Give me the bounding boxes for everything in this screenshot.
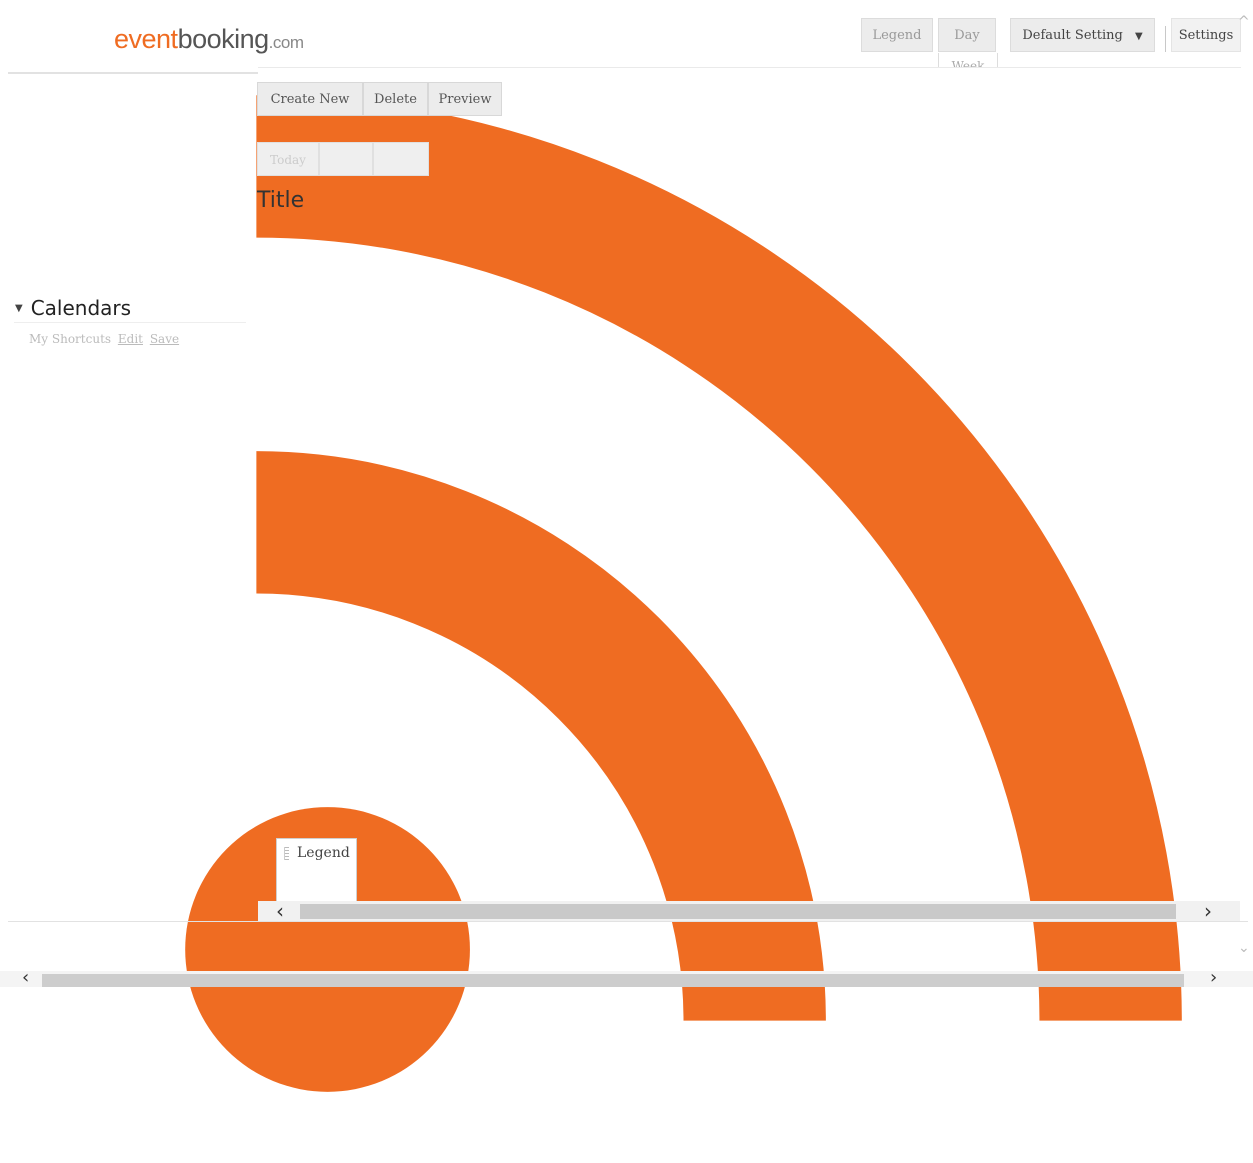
today-button[interactable]: Today (257, 142, 319, 176)
shortcuts-row: My Shortcuts Edit Save (29, 332, 179, 346)
page-scroll-left-icon[interactable]: ‹ (22, 968, 29, 988)
page-scroll-right-icon[interactable]: › (1210, 968, 1217, 988)
delete-button[interactable]: Delete (363, 82, 428, 116)
default-setting-dropdown[interactable]: Default Setting ▼ (1010, 18, 1155, 52)
next-button[interactable] (373, 142, 429, 176)
settings-button[interactable]: Settings (1171, 18, 1241, 52)
create-new-button[interactable]: Create New (257, 82, 363, 116)
footer-divider (8, 921, 1248, 922)
inner-horizontal-scrollbar[interactable]: ‹ › (258, 901, 1240, 921)
week-view-button[interactable]: Week (938, 53, 998, 67)
inner-scrollbar-thumb[interactable] (300, 904, 1176, 919)
prev-button[interactable] (319, 142, 373, 176)
toolbar-divider (258, 67, 1241, 68)
header-divider (8, 72, 258, 74)
chevron-down-icon: ▼ (1134, 31, 1143, 42)
preview-button[interactable]: Preview (428, 82, 502, 116)
legend-button[interactable]: Legend (861, 18, 933, 52)
collapse-triangle-icon: ▼ (15, 303, 23, 314)
edit-shortcuts-link[interactable]: Edit (118, 332, 143, 346)
scroll-right-icon[interactable]: › (1204, 901, 1212, 921)
default-setting-label: Default Setting (1022, 28, 1123, 43)
page-title: Title (257, 188, 305, 213)
scroll-left-icon[interactable]: ‹ (276, 901, 284, 921)
page-horizontal-scrollbar[interactable]: ‹ › (0, 968, 1253, 988)
page-scroll-up-icon[interactable]: ^ (1238, 14, 1250, 30)
save-shortcuts-link[interactable]: Save (150, 332, 179, 346)
calendars-header[interactable]: ▼ Calendars (15, 296, 131, 320)
day-view-button[interactable]: Day (938, 18, 996, 52)
toolbar-separator (1165, 26, 1166, 52)
legend-panel-label: Legend (297, 845, 350, 861)
drag-handle-icon[interactable] (283, 846, 290, 862)
calendars-label: Calendars (30, 296, 132, 320)
calendars-divider (14, 322, 246, 323)
my-shortcuts-label: My Shortcuts (29, 332, 112, 346)
page-scroll-down-icon[interactable]: ⌄ (1238, 940, 1250, 956)
page-scrollbar-thumb[interactable] (42, 974, 1184, 987)
